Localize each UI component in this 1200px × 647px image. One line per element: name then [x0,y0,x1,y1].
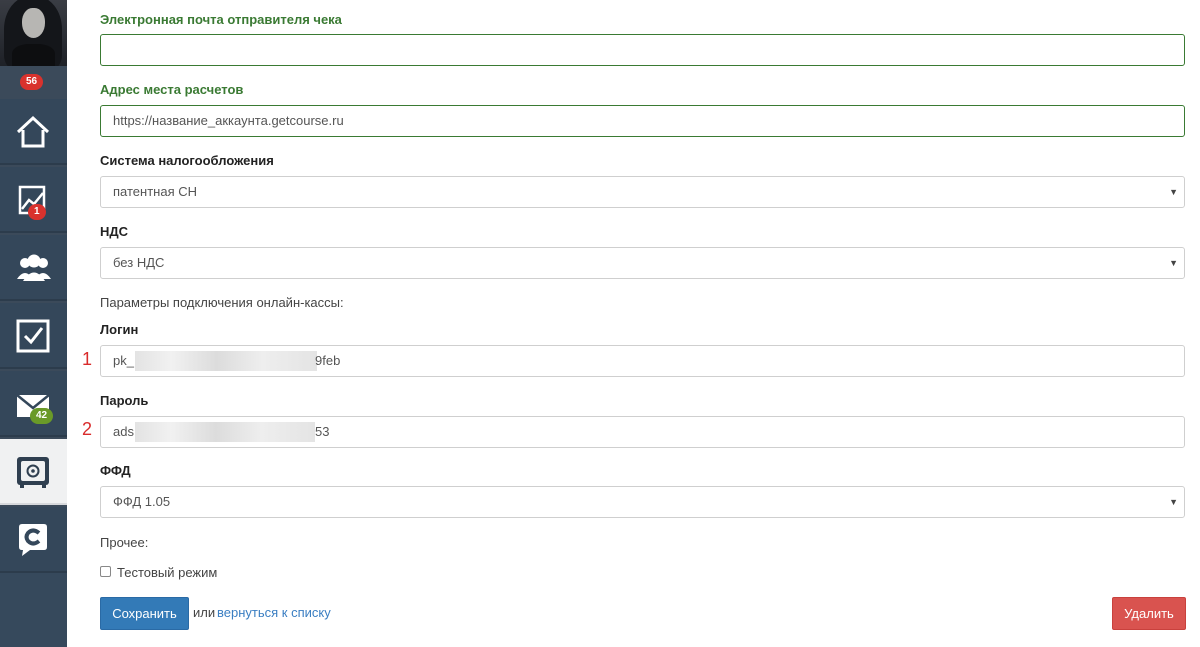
dropdown-arrow-icon: ▼ [1169,497,1178,507]
safe-icon [17,457,49,488]
notification-row: 56 [0,66,67,99]
getcourse-logo-icon [19,524,47,556]
sender-email-label: Электронная почта отправителя чека [100,12,342,27]
back-to-list-link[interactable]: вернуться к списку [217,605,331,620]
dropdown-arrow-icon: ▼ [1169,187,1178,197]
sidebar-item-users[interactable] [0,235,67,301]
users-icon [17,254,51,281]
connection-params-heading: Параметры подключения онлайн-кассы: [100,295,344,310]
sidebar-filler [0,573,67,647]
checkbox-icon [16,319,50,353]
ffd-select[interactable]: ФФД 1.05 ▼ [100,486,1185,518]
tax-system-select[interactable]: патентная СН ▼ [100,176,1185,208]
sidebar-item-home[interactable] [0,99,67,165]
delete-button[interactable]: Удалить [1112,597,1186,630]
sidebar-item-tasks[interactable] [0,303,67,369]
sidebar-item-getcourse[interactable] [0,507,67,573]
sidebar-item-settings[interactable] [0,439,67,505]
tax-system-label: Система налогообложения [100,153,274,168]
login-redacted [135,351,317,371]
password-label: Пароль [100,393,149,408]
password-input[interactable]: ads 53 [100,416,1185,448]
ffd-label: ФФД [100,463,131,478]
save-button[interactable]: Сохранить [100,597,189,630]
dropdown-arrow-icon: ▼ [1169,258,1178,268]
sidebar-item-analytics[interactable]: 1 [0,167,67,233]
password-value-start: ads [113,424,134,439]
test-mode-label[interactable]: Тестовый режим [117,565,217,580]
test-mode-checkbox[interactable] [100,566,111,577]
sidebar: 56 1 42 [0,0,67,647]
vat-select[interactable]: без НДС ▼ [100,247,1185,279]
avatar[interactable] [0,0,67,66]
password-marker: 2 [82,419,93,439]
settlement-address-value: https://название_аккаунта.getcourse.ru [113,113,344,128]
home-icon [16,115,50,148]
settlement-address-input[interactable]: https://название_аккаунта.getcourse.ru [100,105,1185,137]
sender-email-input[interactable] [100,34,1185,66]
settlement-address-label: Адрес места расчетов [100,82,244,97]
notification-badge[interactable]: 56 [20,74,44,90]
messages-badge: 42 [30,408,54,424]
or-text: или [193,605,216,620]
vat-value: без НДС [113,255,165,270]
tax-system-value: патентная СН [113,184,197,199]
ffd-value: ФФД 1.05 [113,494,171,509]
other-heading: Прочее: [100,535,149,550]
sidebar-item-messages[interactable]: 42 [0,371,67,437]
password-redacted [135,422,315,442]
password-value-end: 53 [315,424,330,439]
login-value-end: 9feb [315,353,341,368]
vat-label: НДС [100,224,129,239]
login-marker: 1 [82,349,93,369]
login-value-start: pk_ [113,353,134,368]
login-label: Логин [100,322,139,337]
analytics-badge: 1 [28,204,46,220]
login-input[interactable]: pk_ 9feb [100,345,1185,377]
